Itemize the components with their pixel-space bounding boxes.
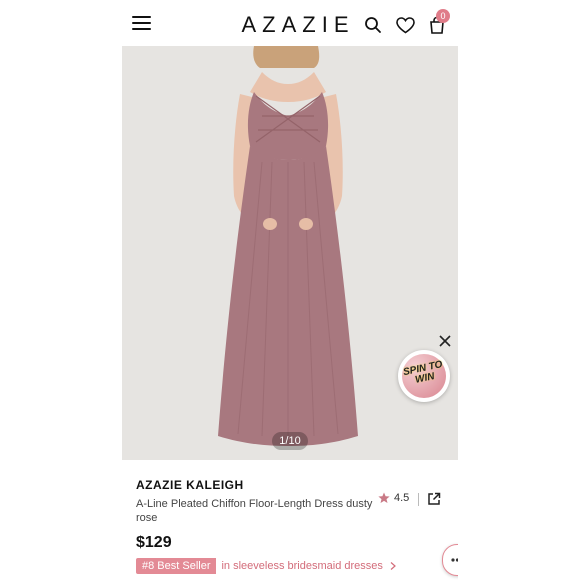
product-rating[interactable]: 4.5 bbox=[378, 492, 409, 504]
close-icon[interactable] bbox=[438, 334, 452, 348]
spin-to-win-button[interactable]: SPIN TO WIN bbox=[398, 350, 450, 402]
rating-value: 4.5 bbox=[394, 492, 410, 504]
product-info-panel: AZAZIE KALEIGH A-Line Pleated Chiffon Fl… bbox=[122, 460, 458, 580]
shopping-bag-icon[interactable]: 0 bbox=[426, 9, 450, 36]
chat-icon[interactable] bbox=[442, 544, 458, 576]
search-icon[interactable] bbox=[362, 14, 384, 36]
hamburger-menu-icon[interactable] bbox=[132, 16, 151, 30]
header-actions: 0 bbox=[362, 9, 450, 36]
image-pager: 1/10 bbox=[272, 432, 308, 450]
product-description: A-Line Pleated Chiffon Floor-Length Dres… bbox=[136, 498, 373, 524]
star-icon bbox=[378, 492, 390, 503]
app-frame: AZAZIE 0 1/10 SPIN TO WIN AZAZIE KALEIGH… bbox=[122, 0, 458, 580]
product-name: AZAZIE KALEIGH bbox=[136, 478, 244, 492]
best-seller-link[interactable]: #8 Best Seller in sleeveless bridesmaid … bbox=[136, 558, 397, 574]
heart-icon[interactable] bbox=[394, 14, 416, 36]
cart-count-badge: 0 bbox=[436, 9, 450, 23]
divider bbox=[418, 493, 419, 506]
product-photo bbox=[122, 46, 458, 460]
product-image-gallery[interactable]: 1/10 SPIN TO WIN bbox=[122, 46, 458, 460]
top-navigation-bar: AZAZIE 0 bbox=[122, 0, 458, 47]
best-seller-category: in sleeveless bridesmaid dresses bbox=[221, 560, 383, 572]
best-seller-badge: #8 Best Seller bbox=[136, 558, 217, 574]
product-price: $129 bbox=[136, 534, 172, 551]
chevron-right-icon bbox=[390, 562, 396, 570]
share-icon[interactable] bbox=[427, 492, 441, 506]
